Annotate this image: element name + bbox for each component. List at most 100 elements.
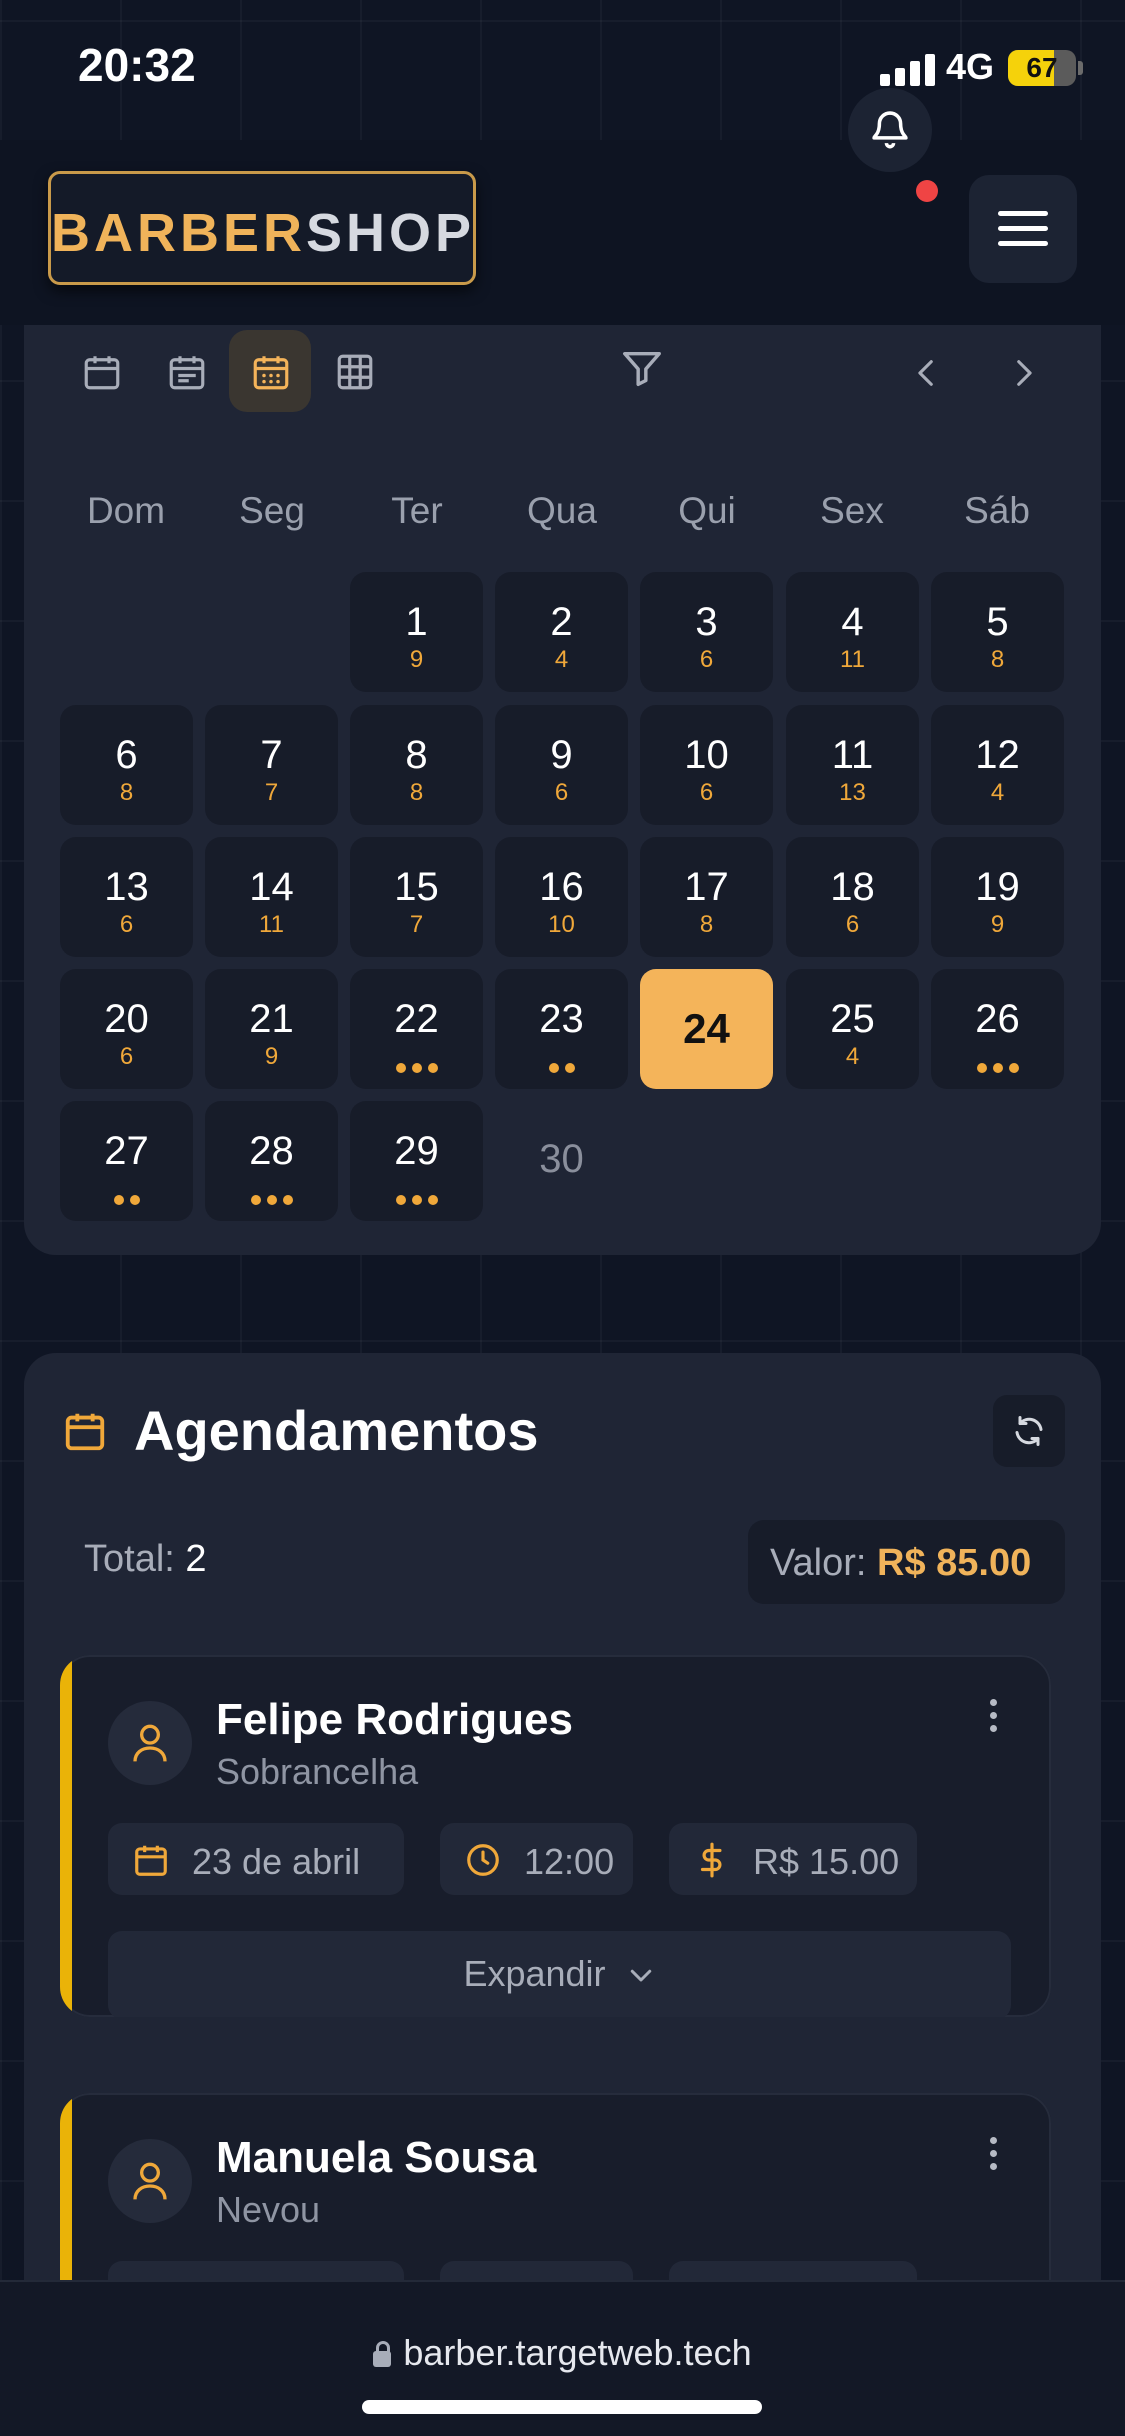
day-number: 14	[249, 865, 294, 909]
appointment-count: 6	[699, 779, 714, 806]
notifications-button[interactable]	[848, 88, 932, 172]
logo[interactable]: BARBERSHOP	[48, 171, 476, 285]
filter-button[interactable]	[600, 332, 684, 410]
calendar-day-18[interactable]: 18 6	[786, 837, 919, 957]
weekday-label: Sáb	[964, 490, 1030, 531]
calendar-day-4[interactable]: 4 11	[786, 572, 919, 692]
chevron-right-icon	[1017, 360, 1032, 386]
calendar-day-23[interactable]: 23	[495, 969, 628, 1089]
calendar-day-6[interactable]: 68	[60, 705, 193, 825]
refresh-icon	[1015, 1416, 1043, 1446]
calendar-day-30[interactable]: 30	[495, 1101, 628, 1221]
home-indicator[interactable]	[362, 2400, 762, 2414]
calendar-day-3[interactable]: 36	[640, 572, 773, 692]
signal-icon	[880, 52, 936, 86]
calendar-day-13[interactable]: 13 6	[60, 837, 193, 957]
prev-month-button[interactable]	[892, 338, 962, 408]
day-number: 19	[975, 865, 1020, 909]
chevron-down-icon	[630, 1969, 651, 1982]
appointment-count: 8	[990, 646, 1005, 673]
calendar-day-10[interactable]: 10 6	[640, 705, 773, 825]
grid-icon	[337, 354, 373, 390]
calendar-day-24[interactable]: 24	[640, 969, 773, 1089]
day-number: 15	[394, 865, 439, 909]
calendar-day-29[interactable]: 29	[350, 1101, 483, 1221]
avatar	[108, 2139, 192, 2223]
appointment-count: 4	[845, 1043, 860, 1070]
calendar-day-21[interactable]: 21 9	[205, 969, 338, 1089]
more-options-icon[interactable]	[983, 1699, 1003, 1739]
view-week-button[interactable]	[145, 330, 227, 412]
avatar	[108, 1701, 192, 1785]
user-icon	[133, 1724, 167, 1762]
calendar-day-12[interactable]: 12 4	[931, 705, 1064, 825]
view-day-button[interactable]	[229, 330, 311, 412]
calendar-day-22[interactable]: 22	[350, 969, 483, 1089]
day-number: 11	[831, 733, 874, 777]
view-grid-button[interactable]	[313, 330, 395, 412]
calendar-day-25[interactable]: 25 4	[786, 969, 919, 1089]
calendar-day-1[interactable]: 19	[350, 572, 483, 692]
calendar-day-17[interactable]: 17 8	[640, 837, 773, 957]
view-month-button[interactable]	[60, 330, 142, 412]
day-number: 17	[684, 865, 729, 909]
service-name: Sobrancelha	[216, 1751, 419, 1792]
calendar-day-15[interactable]: 15 7	[350, 837, 483, 957]
appointment-item[interactable]: Felipe Rodrigues Sobrancelha 23 de abril…	[60, 1655, 1051, 2017]
weekday-label: Seg	[239, 490, 305, 531]
more-options-icon[interactable]	[983, 2137, 1003, 2177]
day-number: 3	[695, 600, 718, 644]
day-number: 13	[104, 865, 149, 909]
client-name: Manuela Sousa	[216, 2133, 537, 2182]
day-number: 18	[830, 865, 875, 909]
day-number: 27	[104, 1129, 149, 1173]
day-number: 6	[115, 733, 138, 777]
calendar-day-14[interactable]: 14 11	[205, 837, 338, 957]
calendar-day-9[interactable]: 96	[495, 705, 628, 825]
appointment-dots	[205, 1195, 338, 1205]
day-number: 1	[405, 600, 428, 644]
appointment-count: 10	[548, 911, 575, 938]
refresh-button[interactable]	[993, 1395, 1065, 1467]
calendar-day-5[interactable]: 58	[931, 572, 1064, 692]
calendar-day-19[interactable]: 19 9	[931, 837, 1064, 957]
calendar-day-11[interactable]: 11 13	[786, 705, 919, 825]
calendar-day-26[interactable]: 26	[931, 969, 1064, 1089]
appointment-count: 6	[845, 911, 860, 938]
battery-icon: 67	[1008, 50, 1076, 86]
battery-level: 67	[1026, 52, 1058, 83]
day-number: 12	[975, 733, 1020, 777]
day-number: 23	[539, 997, 584, 1041]
network-type: 4G	[946, 46, 995, 87]
calendar-day-7[interactable]: 77	[205, 705, 338, 825]
weekday-label: Ter	[391, 490, 443, 531]
calendar-day-27[interactable]: 27	[60, 1101, 193, 1221]
appointment-count: 11	[840, 646, 865, 673]
dollar-icon	[700, 1842, 722, 1878]
calendar-day-16[interactable]: 16 10	[495, 837, 628, 957]
menu-button[interactable]	[969, 175, 1077, 283]
weekday-label: Qua	[527, 490, 597, 531]
day-number: 9	[550, 733, 573, 777]
calendar-day-8[interactable]: 88	[350, 705, 483, 825]
appointment-count: 4	[554, 646, 569, 673]
next-month-button[interactable]	[988, 338, 1058, 408]
time-chip: 12:00	[440, 1823, 633, 1895]
total-value-box: Valor: R$ 85.00	[748, 1520, 1065, 1604]
day-number: 22	[394, 997, 439, 1041]
calendar-day-2[interactable]: 24	[495, 572, 628, 692]
appointment-count: 4	[990, 779, 1005, 806]
calendar-day-20[interactable]: 20 6	[60, 969, 193, 1089]
chevron-left-icon	[918, 360, 933, 386]
calendar-day-28[interactable]: 28	[205, 1101, 338, 1221]
appointment-dots	[350, 1195, 483, 1205]
calendar-day-icon	[253, 356, 289, 390]
day-number: 2	[550, 600, 573, 644]
day-number: 16	[539, 865, 584, 909]
bell-icon	[872, 111, 908, 149]
day-number: 30	[539, 1137, 584, 1181]
clock-icon	[467, 1844, 499, 1876]
valor-amount: R$ 85.00	[877, 1542, 1032, 1584]
expand-button[interactable]: Expandir	[108, 1931, 1011, 2017]
day-number: 20	[104, 997, 149, 1041]
